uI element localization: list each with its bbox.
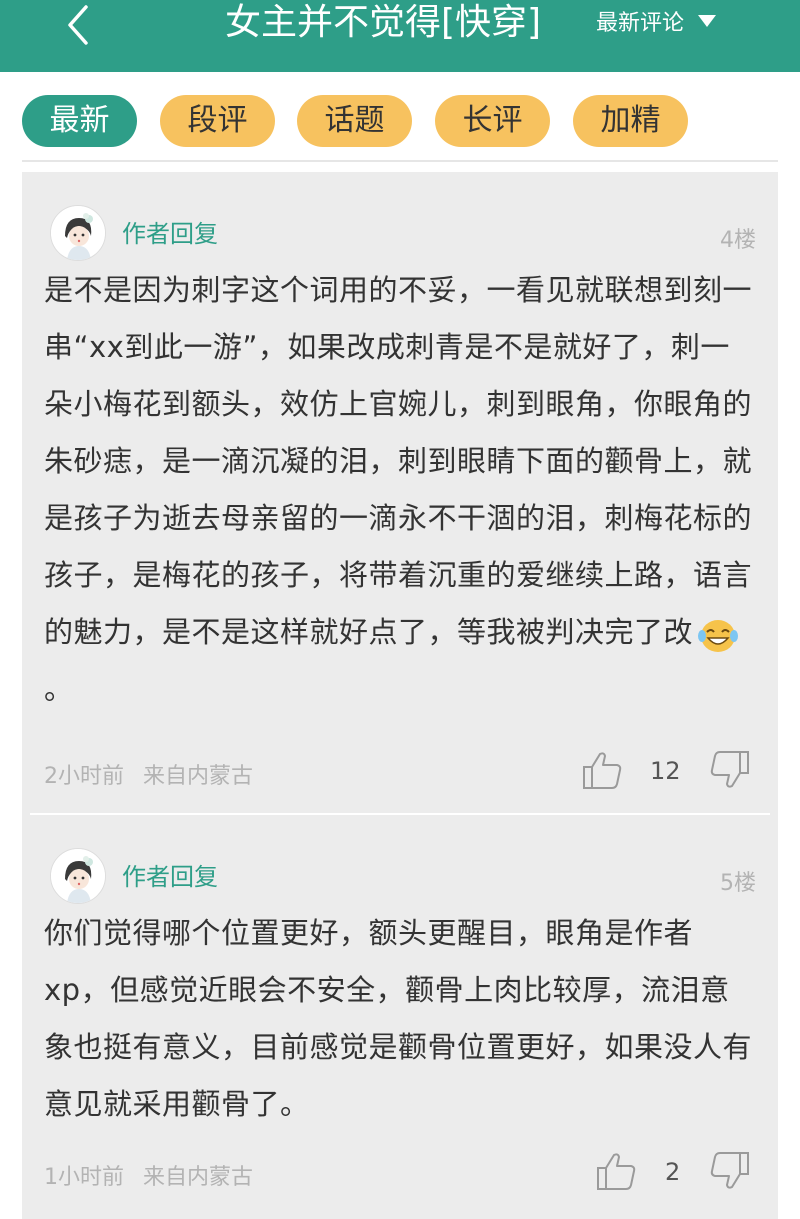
thumbs-up-icon bbox=[583, 752, 622, 789]
thumbs-down-icon bbox=[710, 751, 749, 788]
comment-text: 你们觉得哪个位置更好，额头更醒目，眼角是作者xp，但感觉近眼会不安全，颧骨上肉比… bbox=[44, 916, 753, 1121]
avatar[interactable] bbox=[50, 205, 106, 261]
comment-item: 作者回复 5楼 你们觉得哪个位置更好，额头更醒目，眼角是作者xp，但感觉近眼会不… bbox=[22, 815, 778, 1219]
like-button[interactable] bbox=[580, 750, 624, 790]
comment-location: 来自内蒙古 bbox=[143, 764, 254, 789]
dislike-button[interactable] bbox=[708, 750, 752, 790]
comment-time: 2小时前 bbox=[44, 764, 124, 789]
caret-down-icon bbox=[698, 15, 717, 27]
avatar[interactable] bbox=[50, 848, 106, 904]
top-bar: 女主并不觉得[快穿] 最新评论 bbox=[0, 0, 800, 72]
page-title: 女主并不觉得[快穿] bbox=[225, 2, 542, 43]
comment-time: 1小时前 bbox=[44, 1165, 124, 1190]
tab-topics[interactable]: 话题 bbox=[297, 95, 412, 147]
sort-dropdown[interactable]: 最新评论 bbox=[596, 0, 717, 42]
thumbs-up-icon bbox=[597, 1153, 636, 1190]
tabs-divider bbox=[22, 160, 778, 162]
author-name[interactable]: 作者回复 bbox=[122, 857, 218, 892]
dislike-button[interactable] bbox=[708, 1151, 752, 1191]
comment-list: 作者回复 4楼 是不是因为刺字这个词用的不妥，一看见就联想到刻一串“xx到此一游… bbox=[22, 172, 778, 1219]
floor-number: 5楼 bbox=[720, 871, 756, 896]
comment-text-tail: 。 bbox=[44, 672, 74, 706]
filter-tabs: 最新 段评 话题 长评 加精 bbox=[0, 72, 800, 162]
chevron-left-icon bbox=[68, 5, 88, 45]
author-avatar-icon bbox=[51, 206, 105, 260]
comment-meta: 1小时前 来自内蒙古 bbox=[44, 1159, 253, 1191]
like-button[interactable] bbox=[594, 1151, 638, 1191]
tab-paragraph-comments[interactable]: 段评 bbox=[160, 95, 275, 147]
floor-number: 4楼 bbox=[720, 228, 756, 253]
thumbs-down-icon bbox=[710, 1152, 749, 1189]
tab-featured[interactable]: 加精 bbox=[573, 95, 688, 147]
comment-meta: 2小时前 来自内蒙古 bbox=[44, 758, 253, 790]
comment-text: 是不是因为刺字这个词用的不妥，一看见就联想到刻一串“xx到此一游”，如果改成刺青… bbox=[44, 262, 756, 718]
back-button[interactable] bbox=[52, 0, 102, 50]
like-count: 2 bbox=[665, 1158, 681, 1186]
like-count: 12 bbox=[650, 757, 681, 785]
author-avatar-icon bbox=[51, 849, 105, 903]
comment-item: 作者回复 4楼 是不是因为刺字这个词用的不妥，一看见就联想到刻一串“xx到此一游… bbox=[22, 172, 778, 813]
comment-location: 来自内蒙古 bbox=[143, 1165, 254, 1190]
tab-latest[interactable]: 最新 bbox=[22, 95, 137, 147]
laughing-tears-emoji-icon bbox=[697, 616, 739, 652]
sort-label: 最新评论 bbox=[596, 11, 685, 36]
comment-text-body: 是不是因为刺字这个词用的不妥，一看见就联想到刻一串“xx到此一游”，如果改成刺青… bbox=[44, 273, 753, 649]
author-name[interactable]: 作者回复 bbox=[122, 214, 218, 249]
tab-long-reviews[interactable]: 长评 bbox=[435, 95, 550, 147]
